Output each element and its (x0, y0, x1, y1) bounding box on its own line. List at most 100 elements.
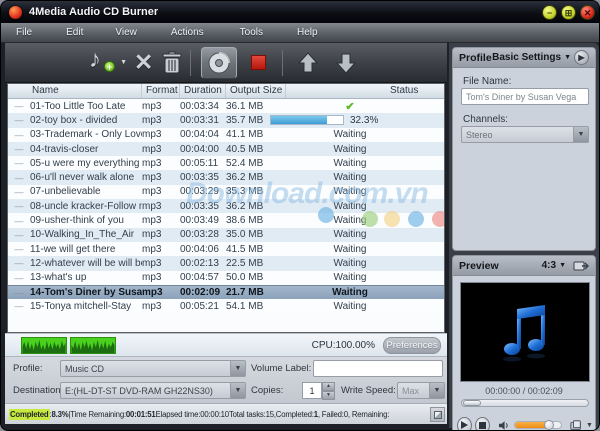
menu-tools[interactable]: Tools (231, 24, 272, 41)
app-logo-icon (9, 6, 22, 19)
burn-button[interactable] (201, 47, 237, 79)
menu-file[interactable]: File (7, 24, 41, 41)
track-status: Waiting (270, 213, 444, 227)
table-row[interactable]: —02-toy box - dividedmp300:03:3135.7 MB3… (8, 113, 444, 127)
col-format[interactable]: Format (142, 84, 180, 98)
seek-slider[interactable] (461, 399, 589, 407)
row-grip-icon: — (8, 258, 30, 268)
preview-video (460, 282, 590, 382)
chevron-down-icon[interactable]: ▼ (230, 383, 245, 398)
row-grip-icon: — (8, 201, 30, 211)
track-format: mp3 (142, 144, 180, 155)
chevron-down-icon[interactable]: ▼ (586, 422, 593, 429)
toolbar-divider (190, 50, 191, 76)
chevron-down-icon[interactable]: ▼ (573, 127, 588, 142)
profile-select[interactable]: Music CD ▼ (60, 360, 246, 377)
table-row[interactable]: —13-what's upmp300:04:5750.0 MBWaiting (8, 271, 444, 285)
destination-select[interactable]: E:(HL-DT-ST DVD-RAM GH22NS30) ▼ (60, 382, 246, 399)
table-row[interactable]: —05-u were my everythingmp300:05:1152.4 … (8, 156, 444, 170)
chevron-down-icon[interactable]: ▼ (559, 262, 566, 269)
track-size: 35.7 MB (226, 115, 270, 126)
volume-label-input[interactable] (313, 360, 443, 377)
volume-handle[interactable] (544, 420, 554, 430)
chevron-down-icon: ▼ (120, 59, 127, 66)
channels-select[interactable]: Stereo ▼ (461, 126, 589, 143)
preferences-button[interactable]: Preferences (383, 337, 441, 354)
row-grip-icon: — (8, 230, 30, 240)
table-row[interactable]: —03-Trademark - Only Lovemp300:04:0441.1… (8, 128, 444, 142)
row-grip-icon: — (8, 144, 30, 154)
track-status: ✔ (270, 99, 444, 113)
stop-button[interactable] (251, 55, 266, 70)
copies-stepper[interactable]: 1 ▲▼ (302, 382, 335, 399)
copies-label: Copies: (251, 385, 283, 396)
app-window: 4Media Audio CD Burner − ⊞ ✕ File Edit V… (0, 0, 600, 431)
table-row[interactable]: —07-unbelievablemp300:03:2935.3 MBWaitin… (8, 185, 444, 199)
table-row[interactable]: —06-u'll never walk alonemp300:03:3536.2… (8, 170, 444, 184)
table-row[interactable]: —12-whatever will be will bemp300:02:132… (8, 256, 444, 270)
table-row[interactable]: —10-Walking_In_The_Airmp300:03:2835.0 MB… (8, 228, 444, 242)
table-row[interactable]: —14-Tom's Diner by Susan Vegamp300:02:09… (8, 285, 444, 299)
table-row[interactable]: —15-Tonya mitchell-Staymp300:05:2154.1 M… (8, 299, 444, 313)
table-row[interactable]: —04-travis-closermp300:04:0040.5 MBWaiti… (8, 142, 444, 156)
copies-value[interactable]: 1 (302, 382, 322, 399)
row-grip-icon: — (8, 288, 30, 298)
row-grip-icon: — (8, 101, 30, 111)
col-name[interactable]: Name (8, 84, 142, 98)
seek-handle[interactable] (463, 400, 481, 406)
row-grip-icon: — (8, 158, 30, 168)
clear-list-button[interactable] (160, 50, 184, 76)
preview-header: Preview 4:3 ▼ (453, 256, 595, 276)
write-speed-select[interactable]: Max ▼ (397, 382, 445, 399)
add-track-button[interactable]: ♪ + ▼ (87, 47, 127, 79)
profile-mode[interactable]: Basic Settings (492, 52, 561, 63)
chevron-down-icon[interactable]: ▼ (564, 54, 571, 61)
move-up-button[interactable] (297, 51, 319, 75)
file-name-input[interactable] (461, 88, 589, 105)
menu-help[interactable]: Help (288, 24, 327, 41)
task-report-button[interactable] (430, 407, 445, 422)
chevron-down-icon[interactable]: ▼ (429, 383, 444, 398)
volume-slider[interactable] (514, 421, 562, 429)
aspect-ratio[interactable]: 4:3 (542, 260, 556, 271)
track-duration: 00:02:13 (180, 258, 226, 269)
close-button[interactable]: ✕ (580, 5, 595, 20)
track-duration: 00:03:35 (180, 172, 226, 183)
track-format: mp3 (142, 287, 180, 298)
track-size: 41.1 MB (226, 129, 270, 140)
spin-up-icon[interactable]: ▲ (322, 382, 335, 391)
snapshot-icon[interactable] (570, 419, 584, 431)
status-waiting: Waiting (270, 172, 430, 183)
track-duration: 00:05:11 (180, 158, 226, 169)
music-note-icon: ♪ (89, 46, 101, 74)
track-duration: 00:04:00 (180, 144, 226, 155)
row-grip-icon: — (8, 244, 30, 254)
play-button[interactable] (457, 417, 472, 431)
track-name: 01-Too Little Too Late (30, 101, 142, 112)
stop-playback-button[interactable] (475, 417, 490, 431)
speaker-icon[interactable] (499, 420, 509, 431)
chevron-down-icon[interactable]: ▼ (230, 361, 245, 376)
table-row[interactable]: —11-we will get theremp300:04:0641.5 MBW… (8, 242, 444, 256)
profile-title: Profile (459, 52, 492, 64)
minimize-button[interactable]: − (542, 5, 557, 20)
menu-view[interactable]: View (106, 24, 146, 41)
expand-settings-button[interactable]: ▶ (574, 50, 589, 65)
track-status: Waiting (270, 185, 444, 199)
remove-track-button[interactable]: ✕ (134, 49, 153, 76)
move-down-button[interactable] (335, 51, 357, 75)
col-duration[interactable]: Duration (180, 84, 226, 98)
spin-down-icon[interactable]: ▼ (322, 391, 335, 400)
track-status: Waiting (270, 299, 444, 313)
col-output-size[interactable]: Output Size (226, 84, 286, 98)
col-status[interactable]: Status (286, 84, 444, 98)
maximize-button[interactable]: ⊞ (561, 5, 576, 20)
profile-label: Profile: (13, 363, 43, 374)
table-row[interactable]: —08-uncle kracker-Follow memp300:03:3536… (8, 199, 444, 213)
menu-actions[interactable]: Actions (162, 24, 213, 41)
table-row[interactable]: —09-usher-think of yoump300:03:4938.6 MB… (8, 213, 444, 227)
track-name: 09-usher-think of you (30, 215, 142, 226)
detach-preview-icon[interactable] (573, 260, 589, 272)
menu-edit[interactable]: Edit (57, 24, 92, 41)
table-row[interactable]: —01-Too Little Too Latemp300:03:3436.1 M… (8, 99, 444, 113)
